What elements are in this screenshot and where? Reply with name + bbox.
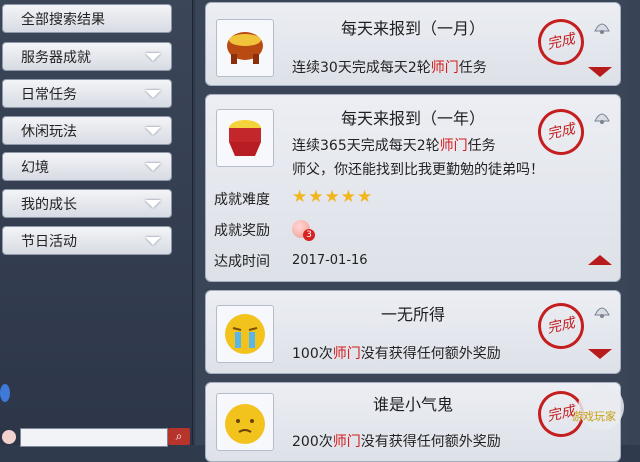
reward-count: 3 [303,229,315,241]
category-label: 休闲玩法 [21,123,77,140]
achievement-description: 200次师门没有获得任何额外奖励 [292,434,501,450]
scrollbar[interactable] [628,0,640,445]
decoration-icon [2,430,16,444]
achievement-flavor-text: 师父，你还能找到比我更勤勉的徒弟吗！ [292,162,544,178]
achievement-description: 连续365天完成每天2轮师门任务 [292,138,496,154]
expand-arrow-icon[interactable] [588,67,612,77]
category-server-achievement[interactable]: 服务器成就 [2,42,172,71]
collapse-arrow-icon[interactable] [588,255,612,265]
achievement-card[interactable]: 一无所得 100次师门没有获得任何额外奖励 完成 [205,290,621,374]
category-label: 幻境 [21,159,49,176]
watermark: 游戏玩家 [572,410,616,423]
achievement-category-sidebar: 全部搜索结果 服务器成就 日常任务 休闲玩法 幻境 我的成长 节日活动 ⌕ [0,0,193,447]
sulky-face-icon [216,393,274,451]
date-value: 2017-01-16 [292,253,368,268]
chevron-down-icon [145,163,161,171]
search-input[interactable] [20,428,168,447]
cauldron-icon [216,19,274,77]
peach-reward-icon[interactable]: 3 [292,220,315,241]
category-all-results[interactable]: 全部搜索结果 [2,4,172,33]
chevron-down-icon [145,90,161,98]
category-festival[interactable]: 节日活动 [2,226,172,255]
reward-label: 成就奖励 [214,223,270,239]
category-leisure[interactable]: 休闲玩法 [2,116,172,145]
chevron-down-icon [145,53,161,61]
achievement-description: 100次师门没有获得任何额外奖励 [292,346,501,362]
achievement-card-expanded[interactable]: 每天来报到（一年） 连续365天完成每天2轮师门任务 师父，你还能找到比我更勤勉… [205,94,621,282]
expand-arrow-icon[interactable] [588,349,612,359]
difficulty-label: 成就难度 [214,192,270,208]
search-button[interactable]: ⌕ [168,428,190,445]
difficulty-stars: ★★★★★ [292,187,374,207]
category-label: 日常任务 [21,86,77,103]
achievement-card[interactable]: 每天来报到（一月） 连续30天完成每天2轮师门任务 完成 [205,2,621,86]
treasure-pot-icon [216,109,274,167]
achievement-card[interactable]: 谁是小气鬼 200次师门没有获得任何额外奖励 完成 [205,382,621,462]
achievement-description: 连续30天完成每天2轮师门任务 [292,60,487,76]
category-label: 服务器成就 [21,49,91,66]
crying-face-icon [216,305,274,363]
bell-icon[interactable] [592,301,612,319]
date-label: 达成时间 [214,254,270,270]
chevron-down-icon [145,237,161,245]
category-growth[interactable]: 我的成长 [2,189,172,218]
category-label: 节日活动 [21,233,77,250]
category-label: 全部搜索结果 [21,11,105,28]
decoration-icon [0,384,10,402]
category-label: 我的成长 [21,196,77,213]
category-daily-task[interactable]: 日常任务 [2,79,172,108]
bell-icon[interactable] [592,17,612,35]
bell-icon[interactable] [592,107,612,125]
category-illusion[interactable]: 幻境 [2,152,172,181]
chevron-down-icon [145,127,161,135]
chevron-down-icon [145,200,161,208]
